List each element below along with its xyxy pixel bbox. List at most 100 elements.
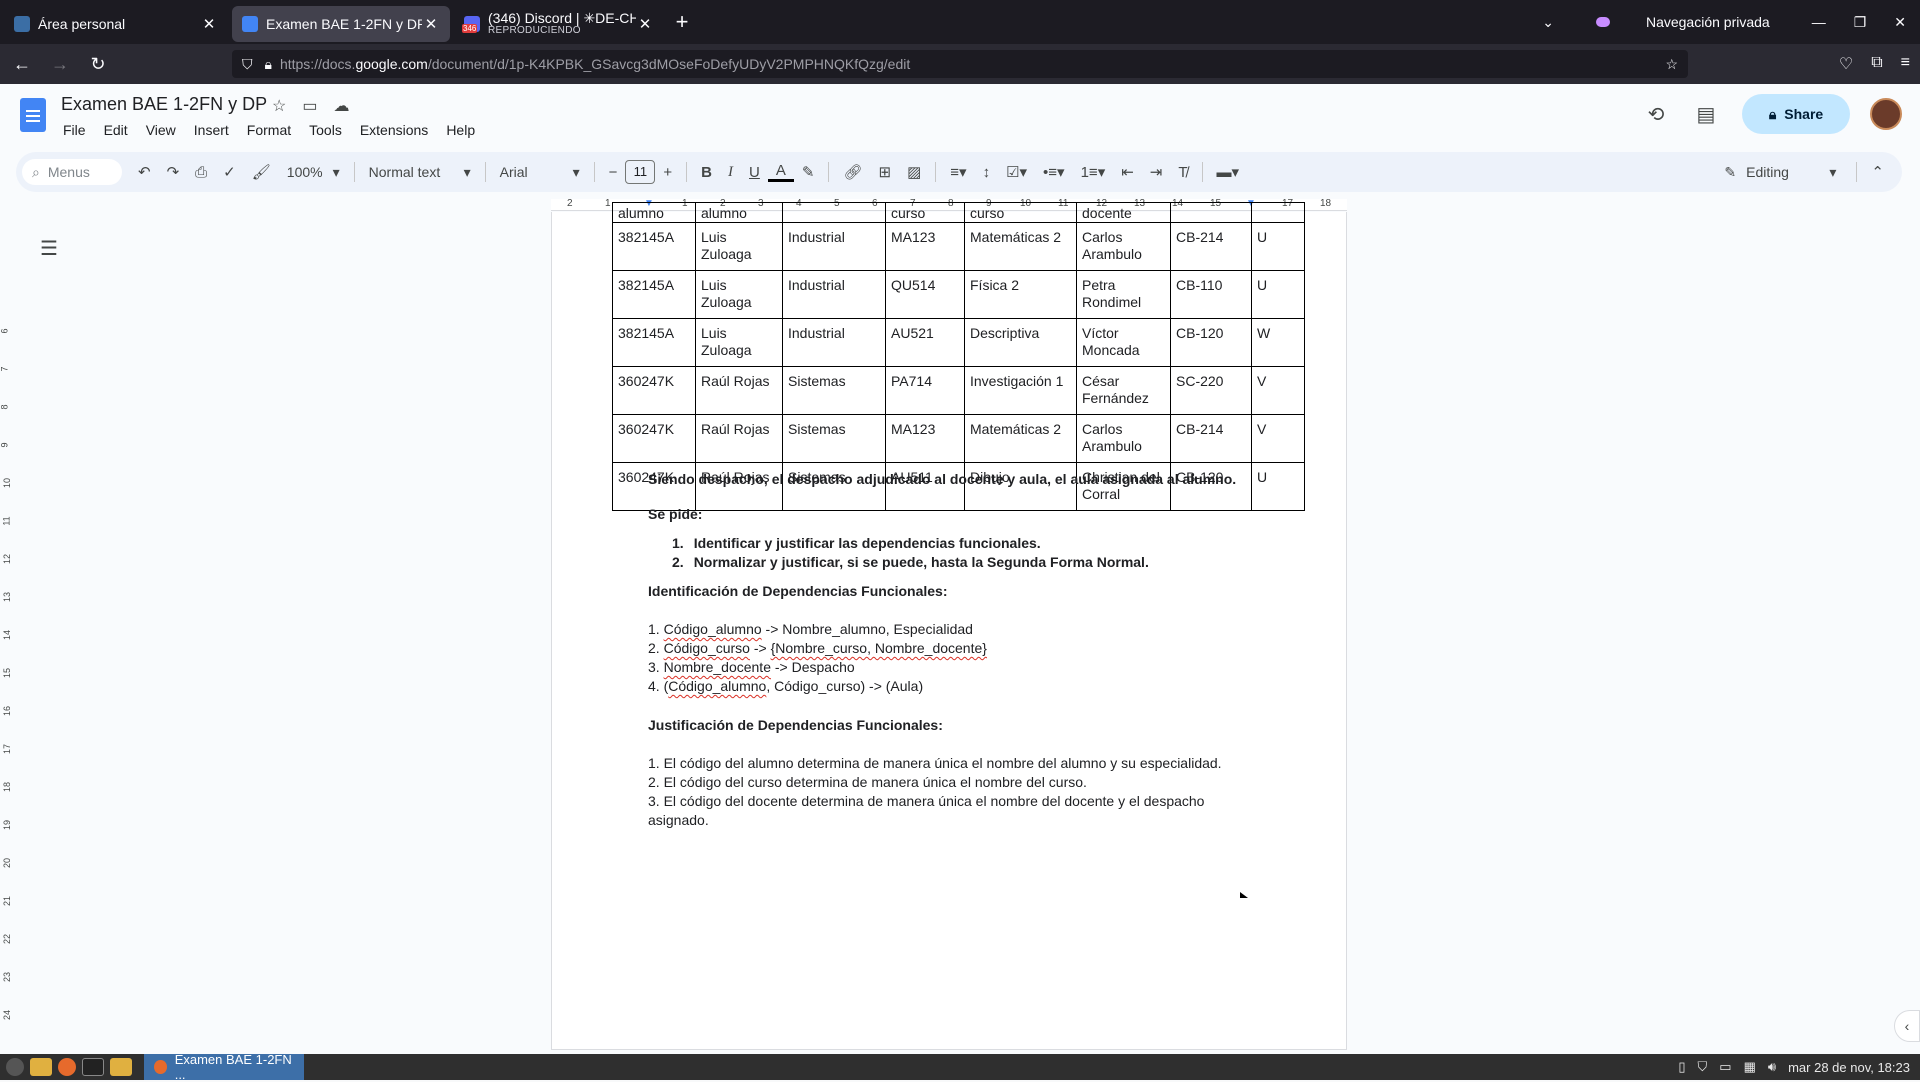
menu-bar: File Edit View Insert Format Tools Exten… bbox=[54, 122, 484, 138]
collapse-menus-icon[interactable]: ⌃ bbox=[1863, 163, 1892, 181]
folder-icon[interactable] bbox=[110, 1058, 132, 1076]
menu-format[interactable]: Format bbox=[238, 122, 300, 138]
browser-tab-bar: Área personal ✕ Examen BAE 1-2FN y DP - … bbox=[0, 0, 1920, 44]
tab-area-personal[interactable]: Área personal ✕ bbox=[4, 6, 228, 42]
vertical-ruler[interactable]: 6 7 8 9 10 11 12 13 14 15 16 17 18 19 20… bbox=[0, 214, 16, 1050]
lock-icon[interactable]: 🔒︎ bbox=[265, 56, 272, 73]
clock[interactable]: mar 28 de nov, 18:23 bbox=[1788, 1060, 1910, 1075]
menu-view[interactable]: View bbox=[137, 122, 185, 138]
bulleted-list-icon[interactable]: •≡▾ bbox=[1035, 163, 1073, 181]
app-menu-icon[interactable] bbox=[6, 1058, 24, 1076]
back-arrow-icon[interactable]: ← bbox=[6, 54, 38, 75]
decrease-font-size-icon[interactable]: − bbox=[601, 164, 626, 181]
close-tab-icon[interactable]: ✕ bbox=[636, 15, 654, 33]
italic-icon[interactable]: I bbox=[720, 164, 741, 181]
cloud-saved-icon[interactable]: ☁ bbox=[333, 96, 349, 116]
tab-discord[interactable]: 346 (346) Discord | ✳DE-CHI REPRODUCIEND… bbox=[454, 6, 664, 42]
lock-icon: 🔒︎ bbox=[1768, 105, 1777, 122]
shield-icon[interactable]: ⛉ bbox=[1698, 1059, 1708, 1075]
font-select[interactable]: Arial ▾ bbox=[492, 164, 588, 181]
firefox-icon[interactable] bbox=[58, 1058, 76, 1076]
ident-heading: Identificación de Dependencias Funcional… bbox=[648, 583, 948, 599]
underline-icon[interactable]: U bbox=[741, 164, 768, 181]
redo-icon[interactable]: ↷ bbox=[159, 163, 188, 181]
reload-icon[interactable]: ↻ bbox=[82, 54, 114, 75]
version-history-icon[interactable]: ⟲ bbox=[1636, 102, 1676, 127]
menu-extensions[interactable]: Extensions bbox=[351, 122, 437, 138]
editing-mode-select[interactable]: ✎ Editing ▾ bbox=[1710, 164, 1850, 181]
firefox-icon bbox=[154, 1060, 167, 1074]
menu-help[interactable]: Help bbox=[437, 122, 484, 138]
decrease-indent-icon[interactable]: ⇤ bbox=[1113, 163, 1142, 181]
shield-icon[interactable]: ⛉ bbox=[242, 56, 253, 73]
input-tools-icon[interactable]: ▬▾ bbox=[1209, 163, 1248, 181]
document-page[interactable]: alumno alumno curso curso docente 382145… bbox=[551, 202, 1347, 1050]
share-button[interactable]: 🔒︎ Share bbox=[1742, 94, 1850, 134]
volume-icon[interactable]: 🔊︎ bbox=[1768, 1059, 1776, 1075]
bookmark-star-icon[interactable]: ☆ bbox=[1665, 56, 1678, 73]
align-icon[interactable]: ≡▾ bbox=[942, 163, 974, 181]
zoom-select[interactable]: 100% ▾ bbox=[279, 164, 348, 181]
document-title[interactable]: Examen BAE 1-2FN y DP bbox=[61, 94, 267, 115]
side-panel-toggle-icon[interactable]: ‹ bbox=[1894, 1010, 1920, 1042]
intro-paragraph: Siendo despacho, el despacho adjudicado … bbox=[648, 471, 1237, 487]
close-tab-icon[interactable]: ✕ bbox=[200, 15, 218, 33]
justification-2: 2. El código del curso determina de mane… bbox=[648, 774, 1087, 790]
close-window-icon[interactable]: ✕ bbox=[1894, 14, 1906, 31]
insert-image-icon[interactable]: ▨ bbox=[899, 163, 929, 181]
numbered-list-icon[interactable]: 1≡▾ bbox=[1073, 163, 1114, 181]
url-bar[interactable]: ⛉ 🔒︎ https://docs. google.com /document/… bbox=[232, 50, 1688, 78]
increase-font-size-icon[interactable]: + bbox=[655, 164, 680, 181]
spellcheck-icon[interactable]: ✓ bbox=[215, 163, 244, 181]
divider bbox=[1856, 162, 1858, 182]
avatar[interactable] bbox=[1870, 98, 1902, 130]
taskbar-app-firefox[interactable]: Examen BAE 1-2FN ... bbox=[144, 1052, 304, 1082]
menu-tools[interactable]: Tools bbox=[300, 122, 351, 138]
close-tab-icon[interactable]: ✕ bbox=[422, 15, 440, 33]
document-outline-icon[interactable]: ☰ bbox=[40, 236, 58, 261]
tab-google-docs[interactable]: Examen BAE 1-2FN y DP - G ✕ bbox=[232, 6, 450, 42]
menu-file[interactable]: File bbox=[54, 122, 95, 138]
undo-icon[interactable]: ↶ bbox=[130, 163, 159, 181]
add-comment-icon[interactable]: ⊞ bbox=[871, 163, 900, 181]
checklist-icon[interactable]: ☑▾ bbox=[998, 163, 1035, 181]
menu-edit[interactable]: Edit bbox=[95, 122, 137, 138]
text-color-icon[interactable]: A bbox=[767, 162, 794, 182]
app-menu-icon[interactable]: ≡ bbox=[1901, 54, 1910, 74]
divider bbox=[1201, 162, 1203, 182]
menu-insert[interactable]: Insert bbox=[185, 122, 238, 138]
minimize-icon[interactable]: — bbox=[1812, 14, 1826, 30]
new-tab-button[interactable]: + bbox=[664, 9, 700, 35]
moodle-favicon-icon bbox=[14, 16, 30, 32]
tab-list-chevron-icon[interactable]: ⌄ bbox=[1542, 14, 1554, 31]
dropdown-caret-icon: ▾ bbox=[572, 163, 580, 180]
paint-format-icon[interactable]: 🖌︎ bbox=[244, 163, 279, 181]
dropdown-caret-icon: ▾ bbox=[463, 163, 471, 180]
insert-link-icon[interactable]: 🔗︎ bbox=[835, 163, 870, 181]
print-icon[interactable]: ⎙ bbox=[187, 164, 215, 181]
font-size-input[interactable]: 11 bbox=[625, 160, 656, 184]
network-icon[interactable]: ▦ bbox=[1744, 1059, 1756, 1075]
docs-header: Examen BAE 1-2FN y DP ☆ ▭ ☁ File Edit Vi… bbox=[0, 84, 1920, 148]
forward-arrow-icon[interactable]: → bbox=[44, 54, 76, 75]
restore-icon[interactable]: ❐ bbox=[1854, 14, 1867, 31]
files-icon[interactable] bbox=[30, 1058, 52, 1076]
star-icon[interactable]: ☆ bbox=[272, 96, 286, 116]
search-menus-input[interactable]: ⌕ Menus bbox=[22, 159, 122, 185]
highlight-icon[interactable]: ✎ bbox=[794, 163, 823, 181]
comments-icon[interactable]: ▤ bbox=[1686, 102, 1726, 127]
increase-indent-icon[interactable]: ⇥ bbox=[1142, 163, 1171, 181]
clipboard-icon[interactable]: ▯ bbox=[1678, 1059, 1685, 1075]
docs-logo-icon[interactable] bbox=[20, 98, 46, 132]
battery-icon[interactable]: ▭ bbox=[1719, 1059, 1731, 1075]
pocket-icon[interactable]: ♡ bbox=[1839, 54, 1853, 74]
terminal-icon[interactable] bbox=[82, 1058, 104, 1076]
table-row: 382145A Luis Zuloaga Industrial QU514 Física… bbox=[612, 270, 1305, 319]
line-spacing-icon[interactable]: ↕ bbox=[975, 164, 999, 181]
style-select[interactable]: Normal text ▾ bbox=[361, 164, 479, 181]
bold-icon[interactable]: B bbox=[693, 164, 720, 181]
table-row: 360247K Raúl Rojas Sistemas MA123 Matemática… bbox=[612, 414, 1305, 463]
move-folder-icon[interactable]: ▭ bbox=[302, 96, 317, 116]
clear-formatting-icon[interactable]: T̸ bbox=[1170, 164, 1195, 181]
extensions-icon[interactable]: ⧉ bbox=[1871, 54, 1882, 74]
